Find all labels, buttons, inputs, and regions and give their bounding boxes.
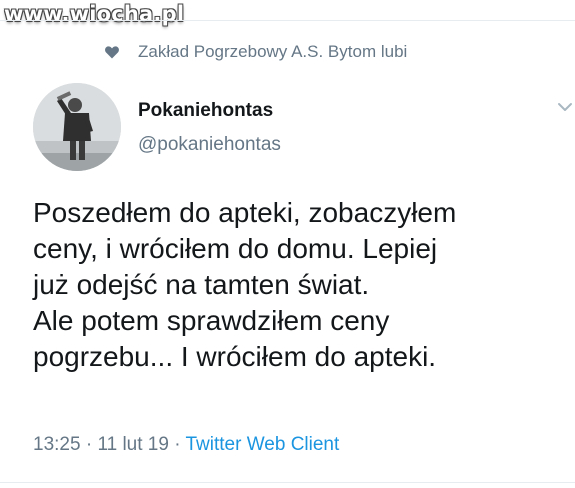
tweet-text-line: Ale potem sprawdziłem ceny [33, 305, 390, 336]
tweet-meta: 13:25 · 11 lut 19 · Twitter Web Client [33, 434, 339, 456]
tweet-client-link[interactable]: Twitter Web Client [185, 434, 339, 455]
tweet-date[interactable]: 11 lut 19 [97, 434, 168, 455]
author-name[interactable]: Pokaniehontas [138, 100, 273, 122]
meta-separator: · [80, 434, 98, 455]
avatar[interactable] [33, 83, 121, 171]
top-divider [0, 20, 575, 21]
watermark: www.wiocha.pl [4, 2, 185, 26]
heart-icon [104, 44, 120, 60]
tweet-time[interactable]: 13:25 [33, 434, 81, 455]
social-context[interactable]: Zakład Pogrzebowy A.S. Bytom lubi [104, 40, 407, 64]
chevron-down-icon[interactable] [556, 98, 574, 116]
tweet-text-line: Poszedłem do apteki, zobaczyłem [33, 197, 457, 228]
tweet-text: Poszedłem do apteki, zobaczyłem ceny, i … [33, 195, 573, 375]
meta-separator: · [168, 434, 186, 455]
tweet-text-line: ceny, i wróciłem do domu. Lepiej [33, 233, 438, 264]
author-handle[interactable]: @pokaniehontas [138, 134, 281, 156]
man-drinking-avatar-icon [33, 83, 121, 171]
tweet-text-line: pogrzebu... I wróciłem do apteki. [33, 341, 437, 372]
bottom-divider [0, 482, 575, 483]
tweet-text-line: już odejść na tamten świat. [33, 269, 370, 300]
social-context-text: Zakład Pogrzebowy A.S. Bytom lubi [138, 42, 408, 61]
